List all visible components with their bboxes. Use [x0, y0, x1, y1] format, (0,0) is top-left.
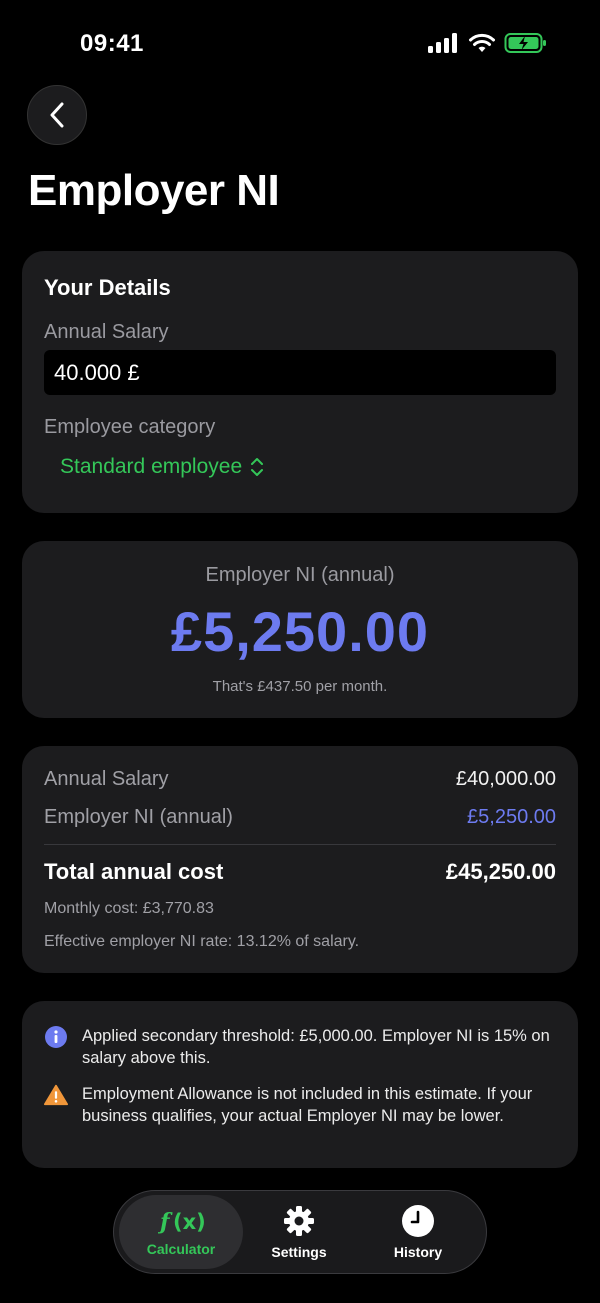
category-label: Employee category [44, 416, 216, 438]
salary-input[interactable] [44, 350, 556, 395]
tab-label: Settings [271, 1244, 327, 1260]
chevron-left-icon [50, 102, 64, 128]
total-value: £45,250.00 [445, 859, 556, 884]
tab-bar: ƒ (x) Calculator Settings History [113, 1190, 487, 1274]
status-time: 09:41 [80, 30, 144, 57]
back-button[interactable] [27, 85, 87, 145]
result-monthly-note: That's £437.50 per month. [212, 678, 388, 695]
details-card: Your Details Annual Salary Employee cate… [22, 251, 578, 513]
monthly-cost-note: Monthly cost: £3,770.83 [44, 900, 214, 917]
info-card: Applied secondary threshold: £5,000.00. … [22, 1001, 578, 1168]
status-bar: 09:41 [0, 0, 600, 90]
status-icons [428, 32, 548, 54]
gear-icon [284, 1206, 314, 1236]
info-icon [45, 1026, 67, 1048]
breakdown-row-salary: Annual Salary £40,000.00 [44, 768, 556, 791]
tab-calculator[interactable]: ƒ (x) Calculator [119, 1195, 243, 1269]
signal-icon [428, 33, 457, 53]
result-value: £5,250.00 [170, 600, 430, 663]
allowance-text: Employment Allowance is not included in … [82, 1085, 533, 1125]
tab-history[interactable]: History [356, 1195, 480, 1269]
battery-charging-icon [504, 33, 546, 53]
page-title: Employer NI [28, 166, 280, 215]
breakdown-row-ni: Employer NI (annual) £5,250.00 [44, 806, 556, 829]
result-card: Employer NI (annual) £5,250.00 That's £4… [22, 541, 578, 718]
breakdown-card: Annual Salary £40,000.00 Employer NI (an… [22, 746, 578, 973]
warning-icon [44, 1084, 68, 1106]
wifi-icon [469, 33, 495, 52]
chevron-up-down-icon [251, 458, 264, 476]
threshold-text: Applied secondary threshold: £5,000.00. … [82, 1027, 550, 1067]
tab-settings[interactable]: Settings [237, 1195, 361, 1269]
breakdown-value: £5,250.00 [467, 806, 556, 828]
breakdown-value: £40,000.00 [455, 768, 556, 790]
effective-rate-note: Effective employer NI rate: 13.12% of sa… [44, 933, 360, 950]
breakdown-label: Annual Salary [44, 768, 169, 790]
svg-text:(x): (x) [173, 1210, 204, 1234]
clock-icon [402, 1205, 434, 1237]
total-label: Total annual cost [44, 859, 224, 884]
result-label: Employer NI (annual) [205, 564, 395, 586]
breakdown-label: Employer NI (annual) [44, 806, 233, 828]
tab-label: History [393, 1244, 443, 1260]
total-row: Total annual cost £45,250.00 [44, 859, 556, 885]
category-select[interactable]: Standard employee [60, 455, 264, 479]
category-value: Standard employee [60, 455, 243, 478]
tab-label: Calculator [146, 1241, 216, 1257]
threshold-info: Applied secondary threshold: £5,000.00. … [44, 1025, 556, 1069]
svg-text:ƒ: ƒ [158, 1209, 173, 1235]
divider [44, 844, 556, 845]
details-title: Your Details [44, 275, 171, 300]
function-icon: ƒ (x) [158, 1209, 204, 1235]
allowance-warning: Employment Allowance is not included in … [44, 1083, 556, 1127]
salary-label: Annual Salary [44, 321, 169, 343]
